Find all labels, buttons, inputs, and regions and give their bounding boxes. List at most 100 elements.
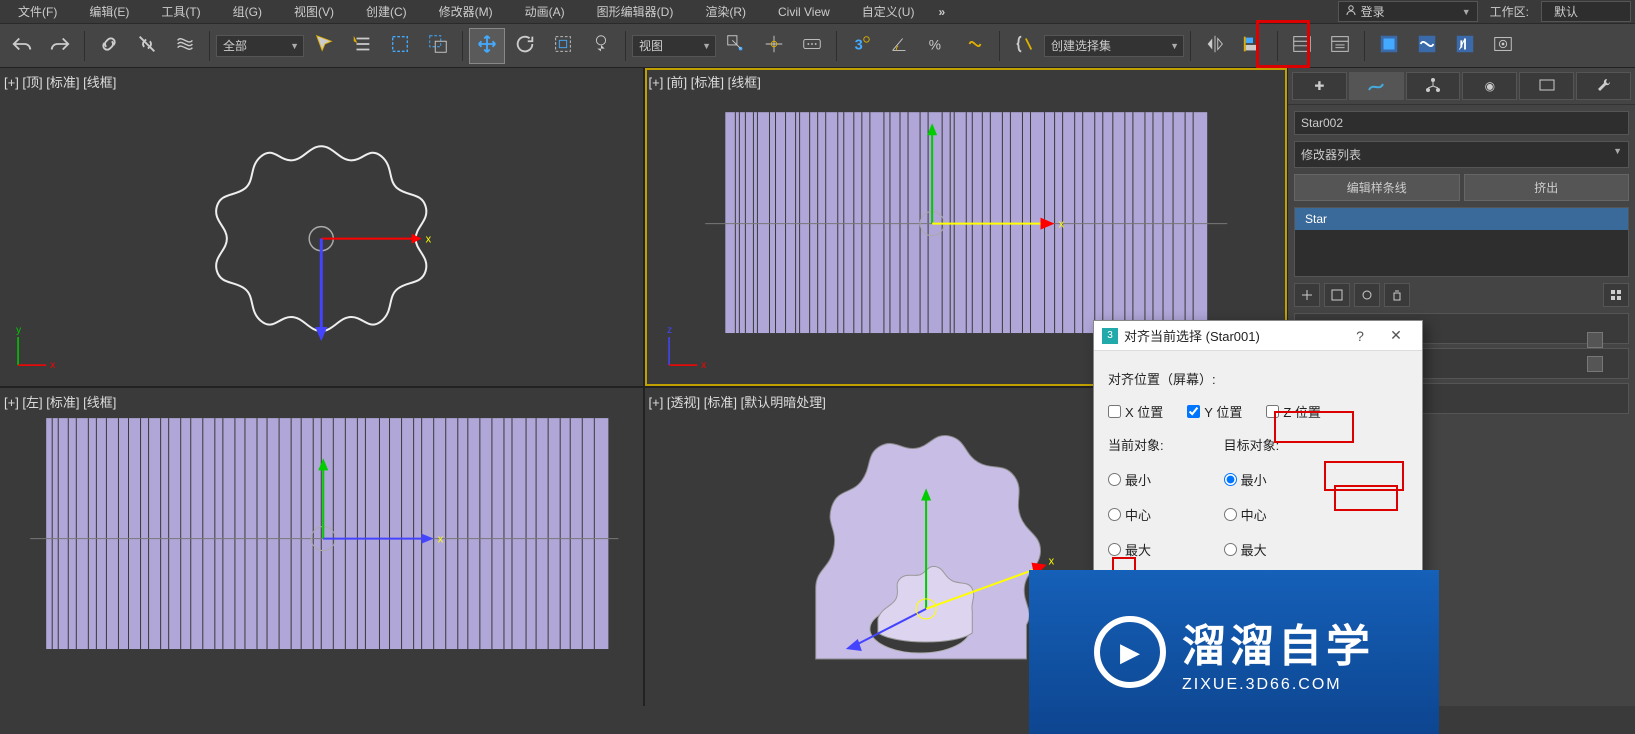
render-setup-button[interactable]	[1485, 28, 1521, 64]
svg-text:x: x	[1058, 219, 1064, 231]
command-panel-tabs: ✚ ◉	[1288, 68, 1635, 105]
percent-snap-button[interactable]: %	[919, 28, 955, 64]
modifier-stack[interactable]: Star	[1294, 207, 1629, 277]
rotate-button[interactable]	[507, 28, 543, 64]
menu-view[interactable]: 视图(V)	[280, 1, 348, 22]
svg-text:x: x	[426, 234, 432, 246]
ref-coord-combo[interactable]: 视图 ▼	[632, 35, 716, 57]
menu-custom[interactable]: 自定义(U)	[848, 1, 929, 22]
modifier-list-combo[interactable]: 修改器列表 ▼	[1294, 141, 1629, 168]
unlink-icon	[136, 33, 158, 58]
use-center-button[interactable]	[718, 28, 754, 64]
keyboard-shortcut-button[interactable]	[794, 28, 830, 64]
select-by-name-button[interactable]	[344, 28, 380, 64]
tab-display[interactable]	[1519, 72, 1574, 100]
close-button[interactable]: ✕	[1378, 327, 1414, 344]
move-button[interactable]	[469, 28, 505, 64]
menu-edit[interactable]: 编辑(E)	[75, 1, 143, 22]
help-button[interactable]: ?	[1342, 328, 1378, 344]
tab-motion[interactable]: ◉	[1462, 72, 1517, 100]
target-min-radio[interactable]: 最小	[1224, 470, 1280, 489]
svg-text:x: x	[1048, 556, 1054, 568]
select-object-button[interactable]	[306, 28, 342, 64]
dialog-titlebar[interactable]: 3 对齐当前选择 (Star001) ? ✕	[1094, 321, 1422, 351]
current-center-radio[interactable]: 中心	[1108, 505, 1164, 524]
target-object-col: 目标对象: 最小 中心 最大	[1224, 435, 1280, 559]
object-name-field[interactable]: Star002	[1294, 111, 1629, 135]
login-field[interactable]: 登录 ▼	[1338, 1, 1478, 22]
placement-icon	[590, 33, 612, 58]
align-button[interactable]	[1235, 28, 1271, 64]
tab-modify[interactable]	[1349, 72, 1404, 100]
target-max-radio[interactable]: 最大	[1224, 540, 1280, 559]
pivot-icon	[725, 33, 747, 58]
menu-create[interactable]: 创建(C)	[352, 1, 421, 22]
current-min-radio[interactable]: 最小	[1108, 470, 1164, 489]
angle-snap-icon	[888, 33, 910, 58]
spinner-down[interactable]	[1587, 356, 1603, 372]
pin-stack-button[interactable]	[1294, 283, 1320, 307]
undo-button[interactable]	[4, 28, 40, 64]
modifier-stack-item[interactable]: Star	[1295, 208, 1628, 230]
edit-named-sel-button[interactable]	[1006, 28, 1042, 64]
menu-grapheditor[interactable]: 图形编辑器(D)	[583, 1, 688, 22]
snap-toggle-button[interactable]: 3	[843, 28, 879, 64]
spinner-snap-button[interactable]	[957, 28, 993, 64]
spinner-up[interactable]	[1587, 332, 1603, 348]
tab-utilities[interactable]	[1576, 72, 1631, 100]
watermark-overlay: ▶ 溜溜自学 ZIXUE.3D66.COM	[1029, 570, 1439, 734]
placement-button[interactable]	[583, 28, 619, 64]
link-button[interactable]	[91, 28, 127, 64]
mirror-button[interactable]	[1197, 28, 1233, 64]
menu-tools[interactable]: 工具(T)	[147, 1, 214, 22]
viewport-top[interactable]: [+] [顶] [标准] [线框] x y x	[0, 68, 643, 386]
layers-icon	[1291, 33, 1313, 58]
align-icon	[1242, 33, 1264, 58]
menu-civil[interactable]: Civil View	[764, 3, 844, 21]
configure-sets-button[interactable]	[1603, 283, 1629, 307]
chevron-down-icon: ▼	[1613, 146, 1622, 163]
toggle-ribbon-button[interactable]	[1322, 28, 1358, 64]
curve-editor-icon	[1378, 33, 1400, 58]
layer-explorer-button[interactable]	[1284, 28, 1320, 64]
menu-more[interactable]: »	[932, 5, 951, 19]
material-editor-button[interactable]	[1447, 28, 1483, 64]
scale-button[interactable]	[545, 28, 581, 64]
bind-spacewarp-button[interactable]	[167, 28, 203, 64]
menu-file[interactable]: 文件(F)	[4, 1, 71, 22]
curve-editor-button[interactable]	[1371, 28, 1407, 64]
tab-hierarchy[interactable]	[1406, 72, 1461, 100]
motion-icon: ◉	[1485, 79, 1495, 93]
rotate-icon	[514, 33, 536, 58]
z-position-checkbox[interactable]: Z 位置	[1266, 402, 1321, 421]
menu-modifier[interactable]: 修改器(M)	[425, 1, 507, 22]
y-position-checkbox[interactable]: Y 位置	[1187, 402, 1242, 421]
show-end-result-button[interactable]	[1324, 283, 1350, 307]
svg-text:3: 3	[855, 38, 863, 54]
redo-button[interactable]	[42, 28, 78, 64]
x-position-checkbox[interactable]: X 位置	[1108, 402, 1163, 421]
section-position-label: 对齐位置（屏幕）:	[1108, 369, 1408, 388]
tab-create[interactable]: ✚	[1292, 72, 1347, 100]
unlink-button[interactable]	[129, 28, 165, 64]
angle-snap-button[interactable]	[881, 28, 917, 64]
selection-filter-combo[interactable]: 全部 ▼	[216, 35, 304, 57]
target-center-radio[interactable]: 中心	[1224, 505, 1280, 524]
current-max-radio[interactable]: 最大	[1108, 540, 1164, 559]
manipulate-button[interactable]	[756, 28, 792, 64]
menu-group[interactable]: 组(G)	[219, 1, 276, 22]
window-crossing-icon	[427, 33, 449, 58]
menu-anim[interactable]: 动画(A)	[511, 1, 579, 22]
named-selection-combo[interactable]: 创建选择集 ▼	[1044, 35, 1184, 57]
workspace-selector[interactable]: 默认	[1541, 1, 1631, 22]
make-unique-button[interactable]	[1354, 283, 1380, 307]
viewport-label: [+] [顶] [标准] [线框]	[4, 72, 116, 91]
rect-region-button[interactable]	[382, 28, 418, 64]
schematic-view-button[interactable]	[1409, 28, 1445, 64]
remove-modifier-button[interactable]	[1384, 283, 1410, 307]
edit-spline-button[interactable]: 编辑样条线	[1294, 174, 1460, 201]
viewport-left[interactable]: [+] [左] [标准] [线框] x	[0, 388, 643, 706]
menu-render[interactable]: 渲染(R)	[691, 1, 760, 22]
extrude-button[interactable]: 挤出	[1464, 174, 1630, 201]
window-crossing-button[interactable]	[420, 28, 456, 64]
